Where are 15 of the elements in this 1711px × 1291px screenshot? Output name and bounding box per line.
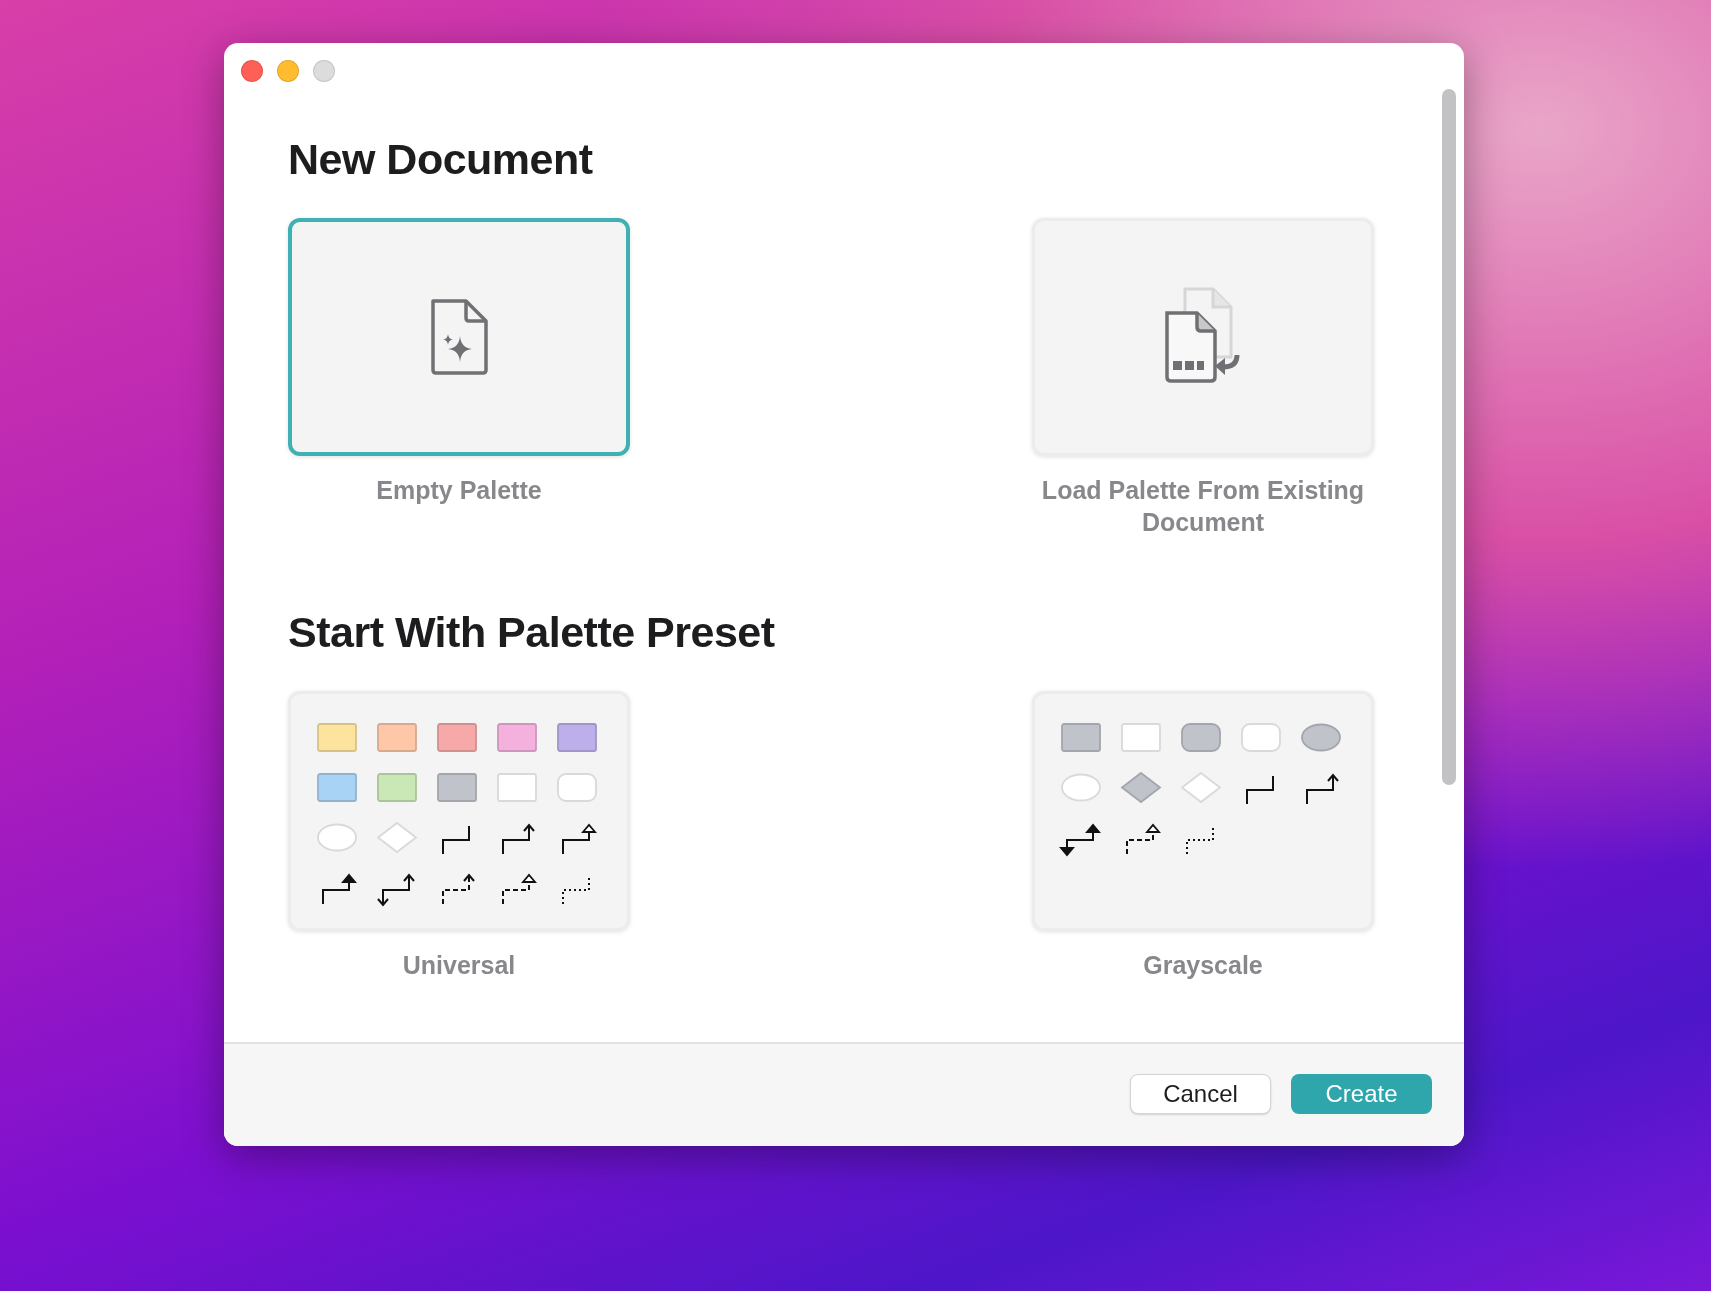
option-card[interactable]: [288, 218, 630, 456]
preset-card[interactable]: [288, 691, 630, 931]
option-label: Load Palette From Existing Document: [1040, 475, 1366, 538]
preset-label: Grayscale: [1143, 950, 1263, 981]
preset-label: Universal: [402, 950, 516, 981]
cancel-button[interactable]: Cancel: [1130, 1074, 1271, 1114]
preset-card[interactable]: [1032, 691, 1374, 931]
zoom-button[interactable]: [313, 60, 335, 82]
section-heading: New Document: [288, 135, 594, 184]
section-heading: Start With Palette Preset: [288, 608, 776, 657]
option-label: Empty Palette: [376, 475, 542, 506]
minimize-button[interactable]: [277, 60, 299, 82]
close-button[interactable]: [241, 60, 263, 82]
sparkle-document-icon: [428, 298, 490, 376]
scrollbar-thumb[interactable]: [1442, 89, 1456, 785]
